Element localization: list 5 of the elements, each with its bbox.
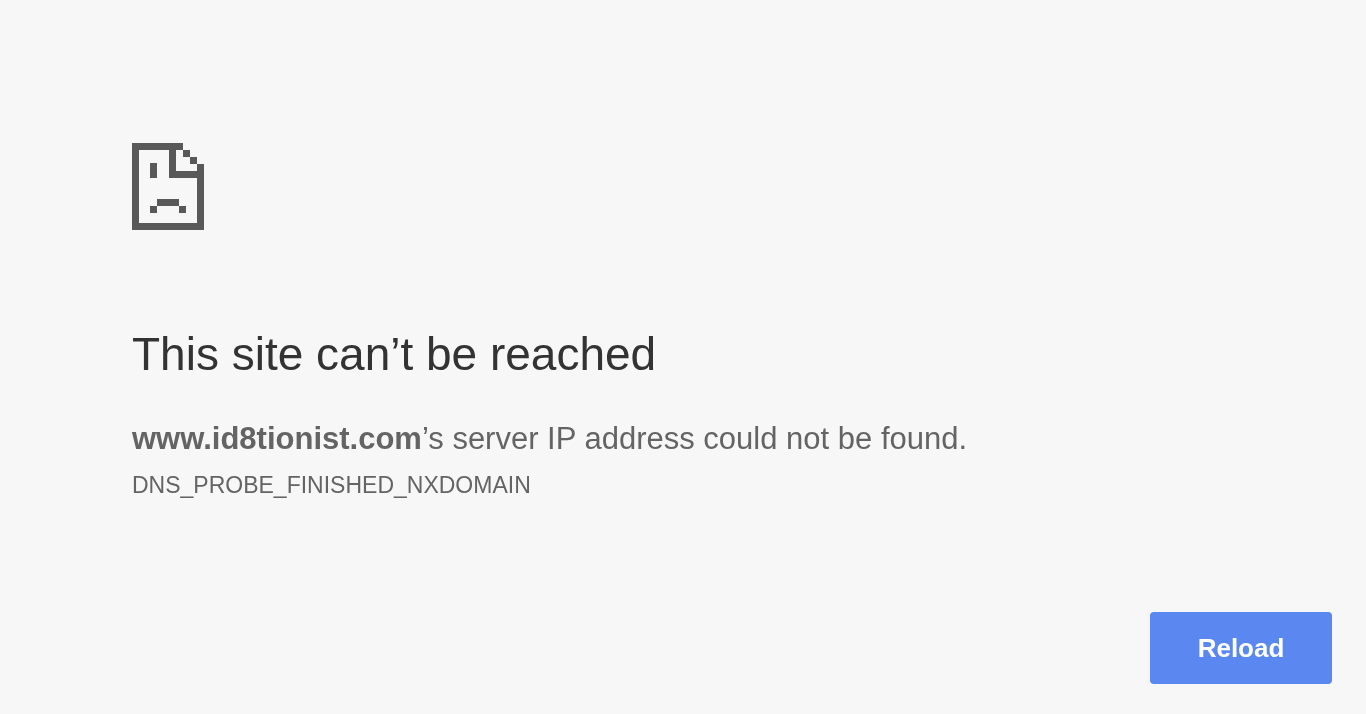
error-message: www.id8tionist.com’s server IP address could not be found.	[132, 420, 968, 458]
sad-page-icon	[132, 143, 204, 230]
error-heading: This site can’t be reached	[132, 327, 657, 382]
reload-button[interactable]: Reload	[1150, 612, 1332, 684]
error-code: DNS_PROBE_FINISHED_NXDOMAIN	[132, 472, 531, 500]
